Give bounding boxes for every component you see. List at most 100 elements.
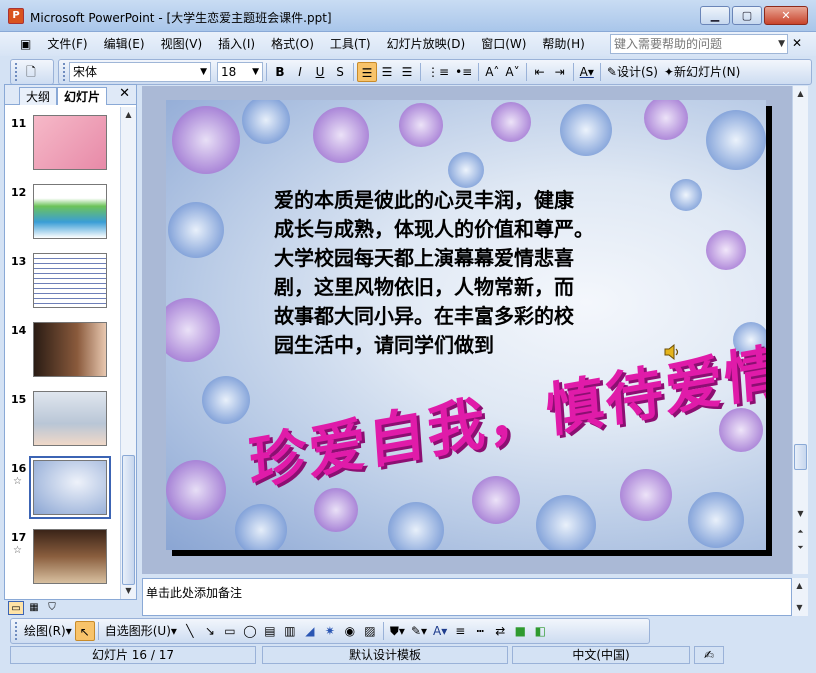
close-button[interactable]: ✕ xyxy=(764,6,808,25)
toolbar-grip[interactable] xyxy=(63,63,66,81)
slide-number: 13 xyxy=(11,255,27,268)
chevron-down-icon[interactable]: ▼ xyxy=(778,35,785,53)
vertical-textbox-icon[interactable]: ▥ xyxy=(280,621,300,641)
font-color-icon[interactable]: A▾ xyxy=(430,621,450,641)
scroll-down-icon[interactable]: ▼ xyxy=(121,583,136,599)
transition-star-icon: ☆ xyxy=(13,545,22,556)
menu-insert[interactable]: 插入(I) xyxy=(210,34,263,54)
close-pane-icon[interactable]: ✕ xyxy=(119,86,130,101)
tab-slides[interactable]: 幻灯片 xyxy=(57,87,108,105)
dash-style-icon[interactable]: ┅ xyxy=(470,621,490,641)
diagram-icon[interactable]: ✷ xyxy=(320,621,340,641)
new-document-icon[interactable]: 🗋 xyxy=(21,62,41,82)
clipart-icon[interactable]: ◉ xyxy=(340,621,360,641)
increase-indent-icon[interactable]: ⇥ xyxy=(550,62,570,82)
align-center-icon[interactable]: ☰ xyxy=(377,62,397,82)
scroll-up-icon[interactable]: ▲ xyxy=(793,86,808,102)
increase-font-icon[interactable]: A˄ xyxy=(482,62,502,82)
maximize-button[interactable]: ▢ xyxy=(732,6,762,25)
current-slide[interactable]: 爱的本质是彼此的心灵丰润，健康 成长与成熟，体现人的价值和尊严。 大学校园每天都… xyxy=(166,100,766,550)
autoshape-menu-button[interactable]: 自选图形(U)▾ xyxy=(102,621,180,641)
shadow-style-icon[interactable]: ■ xyxy=(510,621,530,641)
separator xyxy=(420,63,421,81)
tab-outline[interactable]: 大纲 xyxy=(19,87,58,105)
menu-tools[interactable]: 工具(T) xyxy=(322,34,379,54)
menu-edit[interactable]: 编辑(E) xyxy=(96,34,153,54)
slide-number: 14 xyxy=(11,324,27,337)
body-line: 大学校园每天都上演幕幕爱情悲喜 xyxy=(274,246,574,270)
arrow-icon[interactable]: ↘ xyxy=(200,621,220,641)
toolbar-grip[interactable] xyxy=(15,63,18,81)
new-slide-button[interactable]: ✦新幻灯片(N) xyxy=(661,62,743,82)
design-icon: ✎ xyxy=(606,65,617,79)
font-color-icon[interactable]: A▾ xyxy=(577,62,597,82)
slide-body-text[interactable]: 爱的本质是彼此的心灵丰润，健康 成长与成熟，体现人的价值和尊严。 大学校园每天都… xyxy=(274,186,644,360)
oval-icon[interactable]: ◯ xyxy=(240,621,260,641)
3d-style-icon[interactable]: ◧ xyxy=(530,621,550,641)
textbox-icon[interactable]: ▤ xyxy=(260,621,280,641)
scroll-up-icon[interactable]: ▲ xyxy=(792,578,807,594)
underline-icon[interactable]: U xyxy=(310,62,330,82)
align-left-icon[interactable]: ☰ xyxy=(357,62,377,82)
help-placeholder: 键入需要帮助的问题 xyxy=(614,37,723,51)
chevron-down-icon[interactable]: ▼ xyxy=(252,63,259,81)
menu-help[interactable]: 帮助(H) xyxy=(534,34,592,54)
arrow-style-icon[interactable]: ⇄ xyxy=(490,621,510,641)
separator xyxy=(478,63,480,81)
thumbs-scrollbar[interactable]: ▲ ▼ xyxy=(120,107,136,599)
bold-icon[interactable]: B xyxy=(270,62,290,82)
menu-file[interactable]: 文件(F) xyxy=(39,34,95,54)
menu-slideshow[interactable]: 幻灯片放映(D) xyxy=(379,34,474,54)
bullets-icon[interactable]: •≡ xyxy=(452,62,475,82)
slide-canvas: 爱的本质是彼此的心灵丰润，健康 成长与成熟，体现人的价值和尊严。 大学校园每天都… xyxy=(142,86,792,574)
select-objects-icon[interactable]: ↖ xyxy=(74,621,95,641)
prev-slide-icon[interactable]: ⏶ xyxy=(793,524,808,540)
rectangle-icon[interactable]: ▭ xyxy=(220,621,240,641)
decrease-font-icon[interactable]: A˅ xyxy=(502,62,522,82)
shadow-icon[interactable]: S xyxy=(330,62,350,82)
picture-icon[interactable]: ▨ xyxy=(360,621,380,641)
slide-number: 15 xyxy=(11,393,27,406)
doc-icon[interactable]: ▣ xyxy=(12,34,39,54)
minimize-button[interactable]: ▁ xyxy=(700,6,730,25)
spelling-icon[interactable]: ✍ xyxy=(694,646,724,664)
notes-pane[interactable]: 单击此处添加备注 xyxy=(142,578,792,616)
close-doc-icon[interactable]: ✕ xyxy=(792,36,802,50)
wordart-icon[interactable]: ◢ xyxy=(300,621,320,641)
decrease-indent-icon[interactable]: ⇤ xyxy=(530,62,550,82)
line-icon[interactable]: ╲ xyxy=(180,621,200,641)
menu-view[interactable]: 视图(V) xyxy=(153,34,211,54)
line-style-icon[interactable]: ≡ xyxy=(450,621,470,641)
separator xyxy=(382,622,384,640)
body-line: 剧，这里风物依旧，人物常新，而 xyxy=(274,275,574,299)
scroll-thumb[interactable] xyxy=(794,444,807,470)
menu-format[interactable]: 格式(O) xyxy=(263,34,322,54)
next-slide-icon[interactable]: ⏷ xyxy=(793,540,808,556)
draw-menu-button[interactable]: 绘图(R)▾ xyxy=(21,621,75,641)
powerpoint-app-icon[interactable]: P xyxy=(8,8,24,24)
draw-label: 绘图(R) xyxy=(24,624,66,638)
scroll-down-icon[interactable]: ▼ xyxy=(792,600,807,616)
slide-scrollbar[interactable]: ▲ ▼ ⏶ ⏷ xyxy=(792,86,808,574)
help-search-input[interactable]: 键入需要帮助的问题 ▼ xyxy=(610,34,788,54)
slideshow-icon[interactable]: ⛉ xyxy=(44,601,60,615)
new-slide-label: 新幻灯片(N) xyxy=(673,65,741,79)
thumbnail-image xyxy=(33,391,107,446)
scroll-up-icon[interactable]: ▲ xyxy=(121,107,136,123)
toolbar-grip[interactable] xyxy=(15,622,18,640)
normal-view-icon[interactable]: ▭ xyxy=(8,601,24,615)
notes-scrollbar[interactable]: ▲ ▼ xyxy=(792,578,808,616)
numbering-icon[interactable]: ⋮≡ xyxy=(424,62,452,82)
fill-color-icon[interactable]: ⛊▾ xyxy=(387,621,408,641)
scroll-thumb[interactable] xyxy=(122,455,135,585)
line-color-icon[interactable]: ✎▾ xyxy=(408,621,430,641)
chevron-down-icon[interactable]: ▼ xyxy=(200,63,207,81)
design-button[interactable]: ✎设计(S) xyxy=(604,62,661,82)
menu-window[interactable]: 窗口(W) xyxy=(473,34,534,54)
italic-icon[interactable]: I xyxy=(290,62,310,82)
scroll-down-icon[interactable]: ▼ xyxy=(793,506,808,522)
font-name-combo[interactable]: 宋体 ▼ xyxy=(69,62,211,82)
slide-sorter-icon[interactable]: ▦ xyxy=(26,601,42,615)
align-right-icon[interactable]: ☰ xyxy=(397,62,417,82)
font-size-combo[interactable]: 18 ▼ xyxy=(217,62,263,82)
